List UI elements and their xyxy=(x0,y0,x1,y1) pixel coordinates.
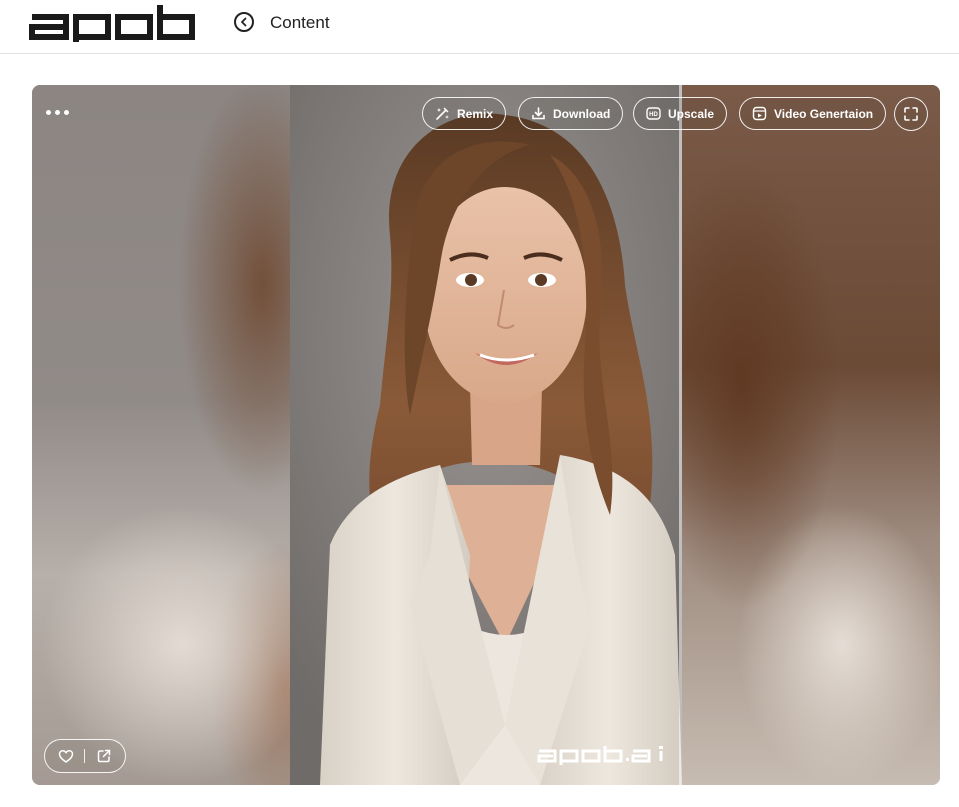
back-button[interactable] xyxy=(234,12,254,32)
svg-text:HD: HD xyxy=(649,112,658,118)
fullscreen-icon xyxy=(904,107,918,121)
magic-wand-icon xyxy=(435,106,450,121)
fullscreen-button[interactable] xyxy=(894,97,928,131)
image-viewer: Remix Download HD Upscale Video Genertai… xyxy=(32,85,940,785)
apob-watermark xyxy=(537,745,672,770)
remix-button[interactable]: Remix xyxy=(422,97,507,130)
chevron-left-icon xyxy=(241,17,247,27)
upscale-label: Upscale xyxy=(668,106,715,121)
video-generation-button[interactable]: Video Genertaion xyxy=(739,97,887,130)
more-options-button[interactable] xyxy=(46,103,76,121)
like-button[interactable] xyxy=(58,749,74,764)
upscale-button[interactable]: HD Upscale xyxy=(633,97,728,130)
download-label: Download xyxy=(553,106,611,121)
blurred-backdrop-left xyxy=(32,85,290,785)
share-icon xyxy=(97,749,111,763)
more-dot xyxy=(46,109,51,115)
more-dot xyxy=(55,109,60,115)
divider xyxy=(84,749,86,763)
share-button[interactable] xyxy=(96,748,112,764)
more-dot xyxy=(64,109,69,115)
video-generation-label: Video Genertaion xyxy=(774,106,874,121)
blurred-backdrop-right xyxy=(682,85,940,785)
remix-label: Remix xyxy=(457,106,494,121)
heart-icon xyxy=(58,749,74,763)
generated-portrait-image xyxy=(290,85,682,785)
download-button[interactable]: Download xyxy=(518,97,624,130)
top-header: Content xyxy=(0,0,959,54)
apob-logo[interactable] xyxy=(29,4,197,49)
page-title: Content xyxy=(270,13,330,32)
download-icon xyxy=(531,106,546,121)
video-icon xyxy=(752,106,767,121)
image-edge-highlight xyxy=(679,85,682,785)
hd-icon: HD xyxy=(646,106,661,121)
image-actions-bar xyxy=(44,739,126,773)
